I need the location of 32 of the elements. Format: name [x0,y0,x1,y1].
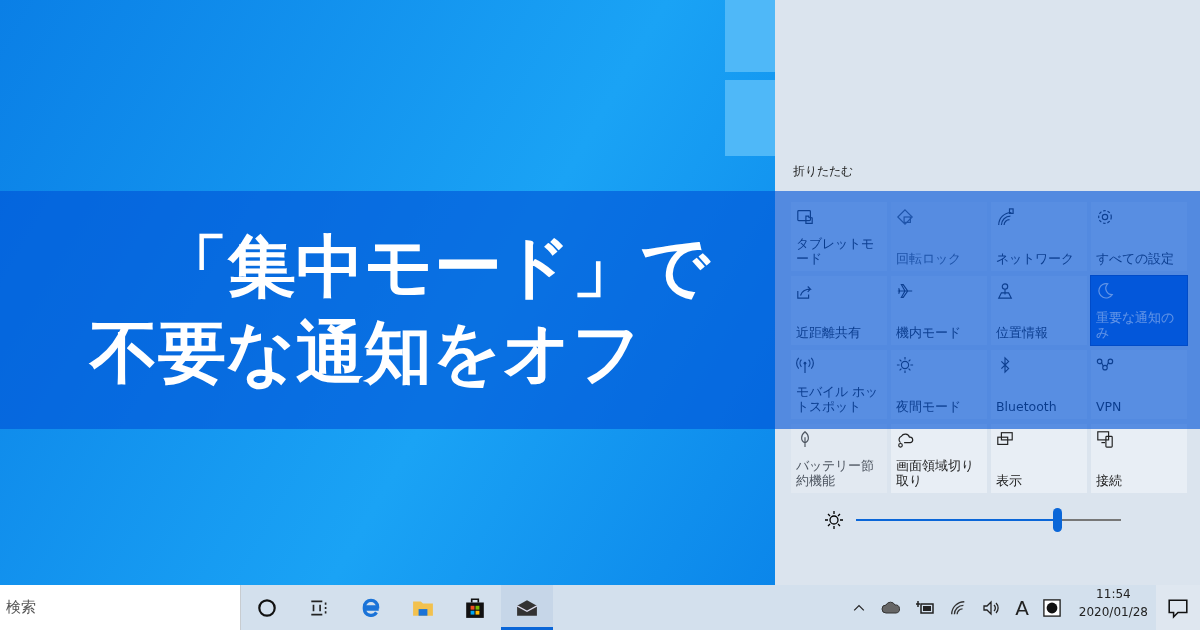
hotspot-icon [796,356,814,374]
location-icon [996,282,1014,300]
quick-action-tile[interactable]: 表示 [991,424,1087,493]
quick-action-tile[interactable]: モバイル ホットスポット [791,350,887,419]
slider-thumb[interactable] [1053,508,1063,532]
clock-date: 2020/01/28 [1078,604,1148,621]
screens-icon [996,430,1014,448]
quick-action-tile[interactable]: すべての設定 [1091,202,1187,271]
quick-action-tile[interactable]: 重要な通知のみ [1091,276,1187,345]
quick-action-tile[interactable]: 位置情報 [991,276,1087,345]
quick-action-tile[interactable]: 近距離共有 [791,276,887,345]
browser-e-icon [360,596,382,619]
quick-action-tile[interactable]: 接続 [1091,424,1187,493]
vpn-icon [1096,356,1114,374]
circle-icon [256,596,278,619]
quick-action-tile[interactable]: 画面領域切り取り [891,424,987,493]
clock-time: 11:54 [1096,586,1131,603]
quick-action-tile[interactable]: VPN [1091,350,1187,419]
shopping-bag-icon [464,596,486,619]
headline-text: 不要な通知をオフ [90,312,642,394]
brightness-icon [824,510,844,530]
collapse-link[interactable]: 折りたたむ [793,163,853,180]
search-field[interactable]: 検索 [0,585,241,630]
ime-indicator[interactable]: A [1015,595,1029,620]
connect-icon [1096,430,1114,448]
ime-pad-icon [1042,598,1061,617]
taskbar-app[interactable] [501,585,553,630]
headline-text: 「集中モード」で [160,226,710,308]
rotation-lock-icon [896,208,914,226]
quick-action-tile[interactable]: Bluetooth [991,350,1087,419]
gear-icon [1096,208,1114,226]
moon-icon [1096,282,1114,300]
